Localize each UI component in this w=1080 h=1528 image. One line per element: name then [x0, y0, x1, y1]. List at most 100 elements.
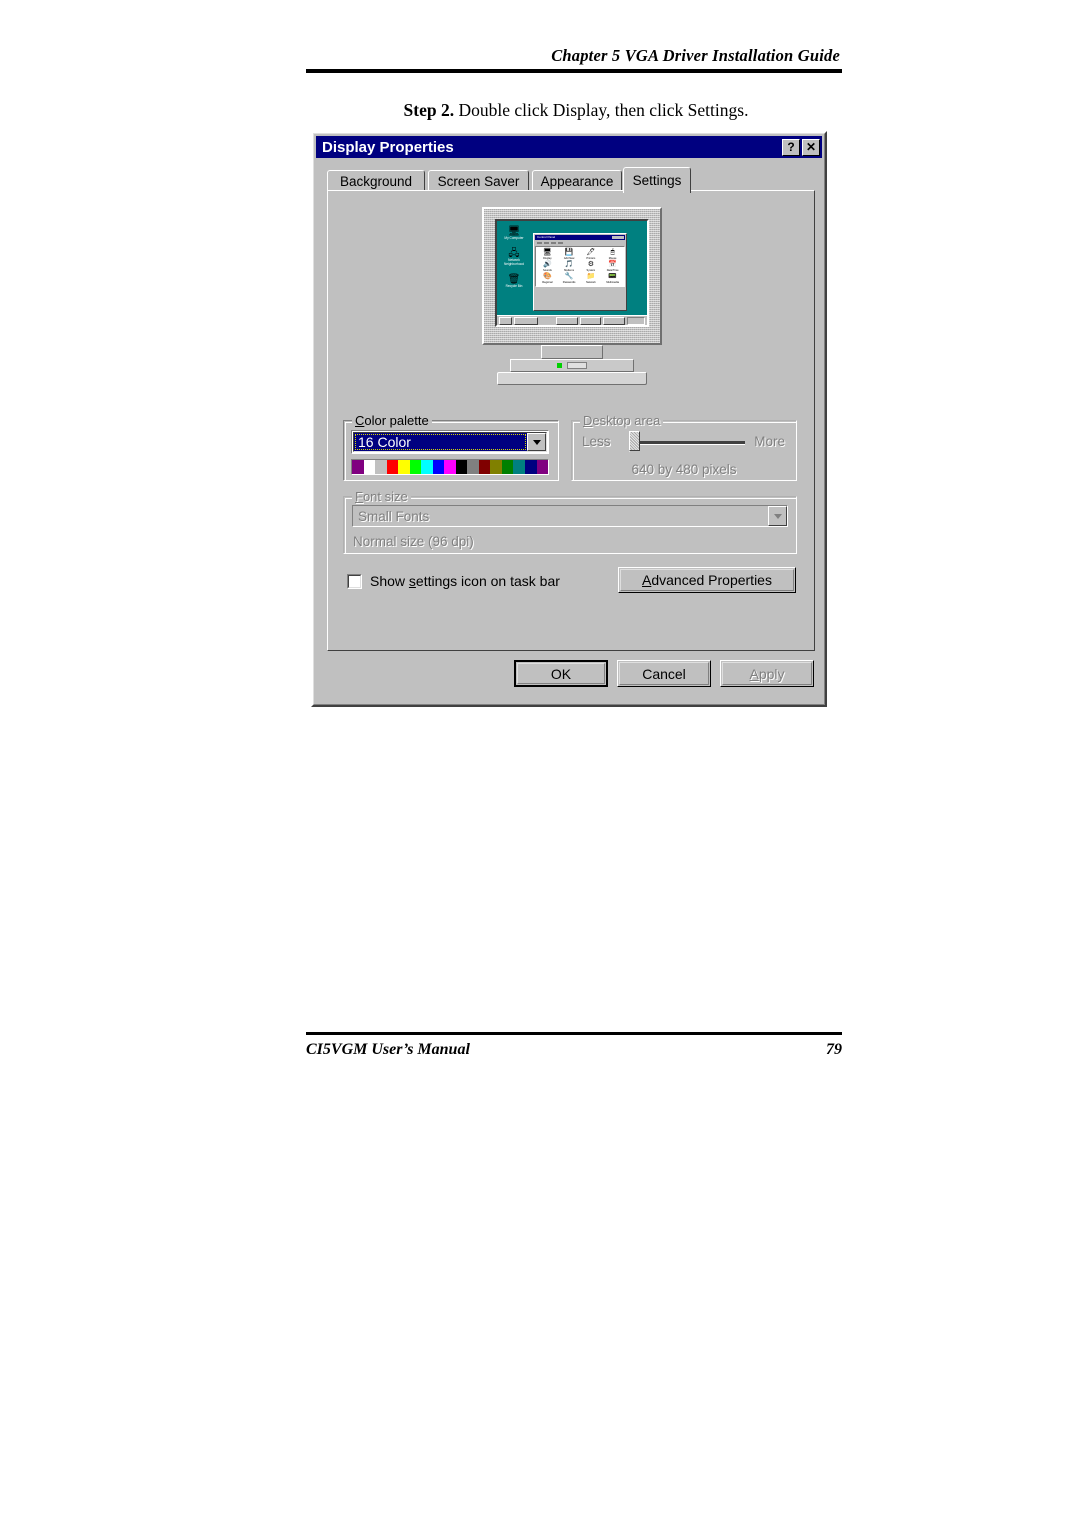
- swatch: [455, 460, 468, 474]
- preview-icon-label: Network Neighborhood: [503, 258, 525, 266]
- header-chapter-title: Chapter 5 VGA Driver Installation Guide: [551, 46, 840, 65]
- preview-cp-item: 📟 Multimedia: [602, 273, 623, 284]
- swatch: [398, 460, 410, 474]
- swatch: [524, 460, 537, 474]
- color-palette-group: CColor paletteolor palette 16 Color: [343, 413, 559, 481]
- swatch: [478, 460, 491, 474]
- preview-cp-item: ⚙ System: [581, 261, 602, 272]
- font-size-description: Normal size (96 dpi): [353, 534, 474, 549]
- footer-page-number: 79: [826, 1041, 842, 1058]
- font-size-group: Font size Small Fonts Normal size (96 dp…: [343, 489, 797, 554]
- show-settings-icon-checkbox-row[interactable]: Show settings icon on task bar: [347, 573, 560, 589]
- font-size-legend: Font size: [352, 489, 411, 504]
- sounds-icon: 🔊: [543, 261, 552, 268]
- font-size-value: Small Fonts: [358, 508, 430, 524]
- menu-item-file: [537, 242, 542, 244]
- preview-icon-label: My Computer: [504, 236, 524, 240]
- tab-screen-saver[interactable]: Screen Saver: [428, 170, 529, 191]
- color-palette-combo[interactable]: 16 Color: [351, 430, 549, 454]
- swatch: [432, 460, 445, 474]
- combo-inner: 16 Color: [353, 432, 547, 452]
- slider-more-label: More: [754, 434, 785, 449]
- preview-window-title: Control Panel: [537, 235, 556, 239]
- preview-cp-item: 🖥 Display: [537, 249, 558, 260]
- monitor-preview[interactable]: 🖥 My Computer 🖧 Network Neighborhood 🗑 R…: [482, 207, 662, 385]
- chevron-down-icon[interactable]: [768, 506, 787, 526]
- tab-strip: Background Screen Saver Appearance Setti…: [327, 167, 815, 193]
- desktop-area-group: Desktop area Less More 640 by 480 pixels: [571, 413, 797, 481]
- chevron-down-icon[interactable]: [527, 433, 546, 451]
- display-icon: 🖥: [542, 249, 552, 256]
- desktop-area-slider-track[interactable]: [633, 441, 745, 445]
- preview-window-buttons: [612, 236, 624, 239]
- color-palette-legend: CColor paletteolor palette: [352, 413, 432, 428]
- show-settings-icon-checkbox[interactable]: [347, 573, 362, 589]
- step-text: Double click Display, then click Setting…: [454, 100, 749, 120]
- dialog-title: Display Properties: [322, 138, 454, 156]
- preview-icon-recycle-bin: 🗑 Recycle Bin: [501, 274, 527, 289]
- preview-cp-item: 🔧 Passwords: [559, 273, 580, 284]
- monitor-controls: [510, 359, 634, 372]
- date-time-icon: 📅: [608, 261, 617, 268]
- desktop-area-legend: Desktop area: [580, 413, 664, 428]
- help-icon[interactable]: ?: [782, 138, 800, 156]
- preview-cp-item: 💾 Add New: [559, 249, 580, 260]
- desktop-area-slider-thumb[interactable]: [629, 431, 640, 451]
- preview-cp-item: 🔊 Sounds: [537, 261, 558, 272]
- document-page: Chapter 5 VGA Driver Installation Guide …: [0, 0, 1080, 1528]
- menu-item-edit: [544, 242, 549, 244]
- advanced-properties-button[interactable]: Advanced Properties: [618, 567, 796, 593]
- swatch: [513, 460, 525, 474]
- mouse-icon: 🖱: [610, 249, 615, 256]
- preview-task-button: [539, 317, 555, 324]
- start-button-icon: [499, 316, 513, 325]
- swatch: [352, 460, 364, 474]
- preview-taskbar: [497, 315, 647, 325]
- preview-cp-item: 🎵 Modems: [559, 261, 580, 272]
- close-icon[interactable]: ✕: [802, 138, 820, 156]
- footer-manual-title: CI5VGM User’s Manual: [306, 1041, 470, 1058]
- preview-icon-label: Recycle Bin: [505, 284, 523, 288]
- multimedia-icon: 📟: [608, 273, 617, 280]
- swatch: [375, 460, 387, 474]
- dialog-titlebar[interactable]: Display Properties ? ✕: [316, 136, 822, 158]
- settings-tab-panel: 🖥 My Computer 🖧 Network Neighborhood 🗑 R…: [327, 190, 815, 651]
- monitor-neck: [541, 345, 603, 359]
- menu-item-view: [551, 242, 556, 244]
- page-footer: CI5VGM User’s Manual 79: [306, 1032, 842, 1059]
- swatch: [386, 460, 399, 474]
- show-settings-icon-label: Show settings icon on task bar: [370, 573, 560, 589]
- preview-window-client: 🖥 Display 💾 Add New 🖊 Printers 🖱 Mouse 🔊 Soun…: [535, 246, 625, 287]
- preview-window-titlebar: Control Panel: [535, 235, 625, 240]
- cancel-button[interactable]: Cancel: [617, 660, 711, 687]
- preview-cp-item: 🖱 Mouse: [602, 249, 623, 260]
- swatch: [444, 460, 456, 474]
- preview-cp-item: 📁 Network: [581, 273, 602, 284]
- swatch: [467, 460, 479, 474]
- display-properties-dialog: Display Properties ? ✕ Background Screen…: [311, 131, 827, 707]
- cancel-button-label: Cancel: [642, 665, 686, 682]
- ok-button-label: OK: [550, 665, 572, 682]
- add-new-icon: 💾: [564, 249, 574, 256]
- ok-button[interactable]: OK: [514, 660, 608, 687]
- color-swatch-strip: [351, 459, 549, 475]
- tab-background[interactable]: Background: [327, 170, 425, 191]
- tab-appearance[interactable]: Appearance: [532, 170, 622, 191]
- color-palette-content: 16 Color: [343, 420, 559, 481]
- font-size-combo[interactable]: Small Fonts: [352, 505, 788, 527]
- printers-icon: 🖊: [586, 249, 596, 256]
- passwords-icon: 🔧: [564, 273, 574, 280]
- preview-task-button: [556, 316, 578, 325]
- menu-item-help: [558, 242, 563, 244]
- swatch: [501, 460, 514, 474]
- header-rule: [306, 69, 842, 73]
- monitor-base: [497, 372, 647, 385]
- footer-row: CI5VGM User’s Manual 79: [306, 1041, 842, 1059]
- step-caption: Step 2. Double click Display, then click…: [306, 100, 846, 121]
- preview-icon-my-computer: 🖥 My Computer: [501, 226, 527, 241]
- apply-button[interactable]: Apply: [720, 660, 814, 687]
- tab-settings[interactable]: Settings: [623, 167, 691, 193]
- preview-screen: 🖥 My Computer 🖧 Network Neighborhood 🗑 R…: [495, 219, 649, 327]
- swatch: [536, 460, 549, 474]
- swatch: [490, 460, 502, 474]
